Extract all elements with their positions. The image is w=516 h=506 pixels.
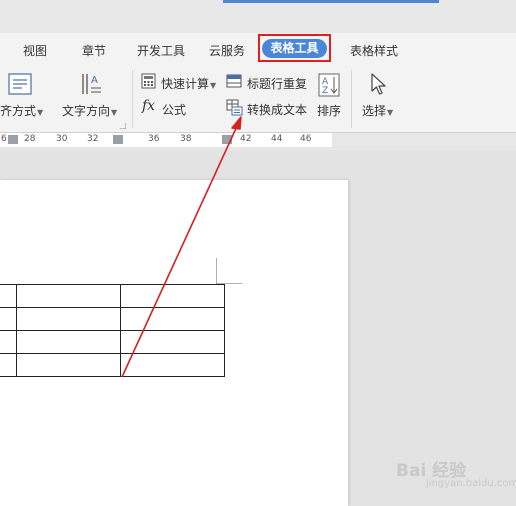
table-cell[interactable] [0,330,17,354]
table-cell[interactable] [120,284,225,308]
pointer-icon [371,73,386,95]
align-label: 齐方式 [0,104,37,118]
quick-calc-label: 快速计算 [161,77,210,91]
convert-to-text-icon [226,99,243,116]
ribbon-toolbar [0,63,516,132]
document-table[interactable] [0,284,225,377]
header-repeat-icon [226,74,242,88]
table-row [0,284,225,308]
watermark-url: jingyan.baidu.com [426,478,516,489]
ruler-label: 44 [271,134,283,144]
table-cell[interactable] [16,307,121,331]
select-dropdown-icon: ▼ [387,108,394,117]
ribbon-separator [132,70,133,128]
convert-to-text-button[interactable]: 转换成文本 [247,101,307,118]
ruler-label: 30 [56,134,68,144]
table-cell[interactable] [16,353,121,377]
tab-table-style[interactable]: 表格样式 [350,42,398,59]
align-icon [8,73,32,95]
table-row [0,307,225,331]
ruler-label: 28 [24,134,36,144]
tab-developer-tools[interactable]: 开发工具 [137,42,185,59]
table-row [0,353,225,377]
ruler-label: 42 [240,134,252,144]
ruler-label: 36 [148,134,160,144]
table-cell[interactable] [0,353,17,377]
text-direction-dropdown-icon: ▼ [111,108,118,117]
ruler-label: 32 [87,134,99,144]
tab-table-tools[interactable]: 表格工具 [262,39,327,58]
table-row [0,330,225,354]
align-dropdown-icon: ▼ [37,108,44,117]
select-label: 选择 [362,104,387,118]
ruler-marker[interactable] [222,135,232,144]
formula-button[interactable]: 公式 [162,101,186,118]
formula-icon: fx [142,98,156,114]
sort-button[interactable]: 排序 [317,102,341,119]
title-field[interactable] [223,0,439,3]
select-button[interactable]: 选择▼ [362,102,393,119]
tab-chapter[interactable]: 章节 [82,42,106,59]
table-cell[interactable] [120,353,225,377]
ruler-marker[interactable] [8,135,18,144]
table-cell[interactable] [0,307,17,331]
calculator-icon [141,73,156,89]
tab-cloud-service[interactable]: 云服务 [209,42,245,59]
ruler-label: 6 [1,134,7,144]
quick-calc-dropdown-icon: ▼ [210,81,217,90]
tab-view[interactable]: 视图 [23,42,47,59]
header-repeat-button[interactable]: 标题行重复 [247,75,307,92]
svg-text:A: A [91,75,98,86]
table-cell[interactable] [0,284,17,308]
svg-text:Z: Z [322,86,328,96]
table-cell[interactable] [120,330,225,354]
ruler-label: 38 [180,134,192,144]
ruler-marker[interactable] [113,135,123,144]
text-direction-button[interactable]: 文字方向▼ [62,102,117,119]
title-bar [0,0,516,33]
quick-calc-button[interactable]: 快速计算▼ [161,75,216,92]
table-cell[interactable] [16,284,121,308]
ruler-label: 46 [300,134,312,144]
align-button[interactable]: 齐方式▼ [0,102,43,119]
sort-icon: A Z [318,73,340,97]
table-cell[interactable] [120,307,225,331]
text-direction-icon: A [82,74,101,94]
ribbon-separator [351,70,352,128]
text-direction-label: 文字方向 [62,104,111,118]
table-cell[interactable] [16,330,121,354]
group-expand-icon[interactable] [120,123,126,129]
page-corner-mark [216,258,217,284]
